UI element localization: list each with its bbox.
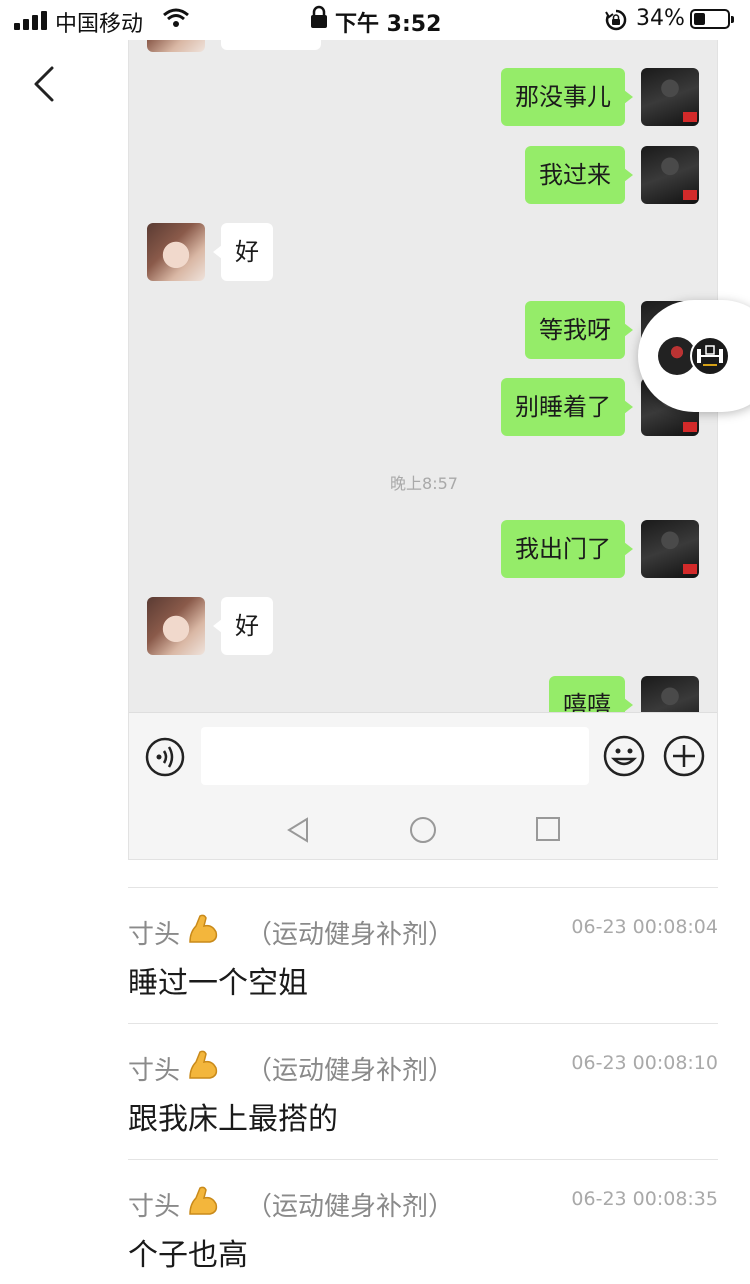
- comment-item: 寸头 （运动健身补剂） 06-23 00:08:35 个子也高: [128, 1159, 718, 1284]
- chat-timestamp: 晚上8:57: [390, 474, 458, 493]
- comment-tag: （运动健身补剂）: [246, 1192, 455, 1222]
- comment-text: 个子也高: [128, 1238, 248, 1273]
- status-bar: 中国移动 下午 3:52 34%: [0, 0, 750, 40]
- message-bubble-partial: [221, 40, 321, 50]
- message-bubble-sent: 我出门了: [501, 520, 633, 578]
- message-input[interactable]: [201, 727, 589, 785]
- back-icon[interactable]: [30, 64, 60, 104]
- comment-item: 寸头 （运动健身补剂） 06-23 00:08:10 跟我床上最搭的: [128, 1023, 718, 1160]
- chat-screenshot: 那没事儿 我过来 好 等我呀 别睡着了 晚上8:57 我出门了 好 嘻嘻: [128, 40, 718, 860]
- comment-text: 睡过一个空姐: [128, 966, 308, 1001]
- message-bubble-received: 好: [213, 597, 273, 655]
- contact-avatar: [147, 40, 205, 52]
- contact-avatar: [147, 223, 205, 281]
- voice-input-icon[interactable]: [145, 737, 185, 777]
- signal-icon: [14, 10, 48, 30]
- message-bubble-sent: 别睡着了: [501, 378, 633, 436]
- battery-percent: 34%: [636, 6, 685, 31]
- clock: 下午 3:52: [335, 12, 442, 37]
- comment-username: 寸头: [128, 920, 181, 950]
- comment-time: 06-23 00:08:35: [571, 1188, 718, 1210]
- chat-input-bar: [129, 712, 717, 801]
- lock-icon: [311, 5, 327, 28]
- comment-username: 寸头: [128, 1192, 181, 1222]
- my-avatar: [641, 146, 699, 204]
- message-bubble-sent: 等我呀: [525, 301, 633, 359]
- comment-tag: （运动健身补剂）: [246, 1056, 455, 1086]
- nav-back-icon[interactable]: [285, 816, 311, 844]
- carrier-label: 中国移动: [55, 12, 144, 37]
- plus-icon[interactable]: [663, 735, 705, 777]
- contact-avatar: [147, 597, 205, 655]
- flexed-biceps-icon: [189, 914, 218, 943]
- emoji-icon[interactable]: [603, 735, 645, 777]
- nav-home-icon[interactable]: [409, 816, 437, 844]
- message-bubble-received: 好: [213, 223, 273, 281]
- message-bubble-sent: 我过来: [525, 146, 633, 204]
- comment-tag: （运动健身补剂）: [246, 920, 455, 950]
- comment-text: 跟我床上最搭的: [128, 1102, 338, 1137]
- wifi-icon: [163, 8, 189, 27]
- flexed-biceps-icon: [189, 1050, 218, 1079]
- message-bubble-sent: 那没事儿: [501, 68, 633, 126]
- system-nav-bar: [129, 800, 717, 859]
- comment-time: 06-23 00:08:04: [571, 916, 718, 938]
- floating-assistant-button[interactable]: [638, 300, 750, 412]
- rotation-lock-icon: [605, 9, 627, 31]
- battery-icon: [690, 9, 734, 29]
- barbell-logo-icon: [690, 336, 730, 376]
- comment-item: 寸头 （运动健身补剂） 06-23 00:08:04 睡过一个空姐: [128, 887, 718, 1024]
- my-avatar: [641, 68, 699, 126]
- my-avatar: [641, 520, 699, 578]
- comment-time: 06-23 00:08:10: [571, 1052, 718, 1074]
- flexed-biceps-icon: [189, 1186, 218, 1215]
- comment-username: 寸头: [128, 1056, 181, 1086]
- nav-recent-icon[interactable]: [535, 816, 561, 842]
